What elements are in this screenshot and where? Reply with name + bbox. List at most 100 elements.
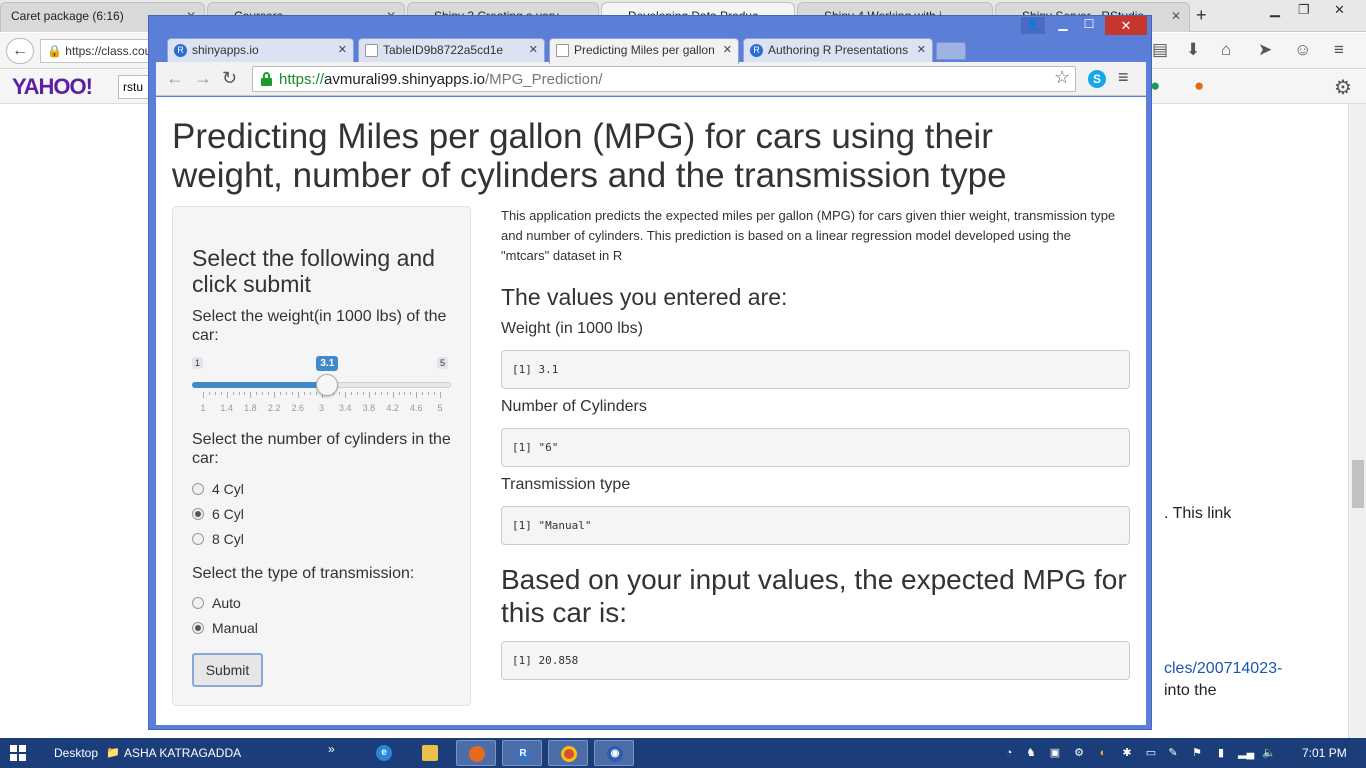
close-window-icon[interactable]: ✕: [1334, 2, 1345, 18]
address-bar[interactable]: https://avmurali99.shinyapps.io/MPG_Pred…: [252, 66, 1076, 92]
submit-button[interactable]: Submit: [192, 653, 263, 687]
firefox-app[interactable]: [456, 740, 496, 766]
tab-shinyapps[interactable]: R shinyapps.io ✕: [167, 38, 354, 62]
slider-tick: [220, 392, 222, 395]
slider-tick-label: 3.4: [338, 403, 352, 413]
radio-button[interactable]: [192, 508, 204, 520]
slider-tick: [315, 392, 317, 395]
close-icon[interactable]: ✕: [338, 43, 347, 56]
flag-icon[interactable]: ⚑: [1190, 746, 1204, 760]
close-window-button[interactable]: ✕: [1105, 16, 1147, 35]
radio-button[interactable]: [192, 533, 204, 545]
slider-tick: [256, 392, 258, 395]
tray-icon[interactable]: ▣: [1048, 746, 1062, 760]
slider-tick: [380, 392, 382, 395]
tab-authoring-r[interactable]: R Authoring R Presentations ✕: [743, 38, 933, 62]
tray-icon[interactable]: ⚙: [1072, 746, 1086, 760]
smiley-icon[interactable]: ☺: [1294, 40, 1311, 60]
download-icon[interactable]: ⬇: [1186, 40, 1200, 60]
close-icon[interactable]: ✕: [723, 43, 732, 56]
bg-page-text: into the: [1164, 682, 1217, 699]
bookmark-star-icon[interactable]: ☆: [1054, 67, 1070, 88]
tray-icon[interactable]: ◐: [1096, 746, 1110, 760]
radio-button[interactable]: [192, 483, 204, 495]
windows-start-icon[interactable]: [10, 745, 26, 761]
internet-explorer-app[interactable]: e: [364, 740, 404, 766]
display-icon[interactable]: ▭: [1144, 746, 1158, 760]
bg-page-link[interactable]: cles/200714023-: [1164, 660, 1282, 678]
tray-icon[interactable]: ◔: [1002, 746, 1016, 760]
new-tab-button[interactable]: +: [1196, 5, 1207, 26]
send-icon[interactable]: ➤: [1258, 40, 1272, 60]
toolbar: ← → ↻ https://avmurali99.shinyapps.io/MP…: [156, 62, 1146, 96]
slider-tick-label: 3: [318, 403, 325, 413]
desktop-toolbar[interactable]: Desktop: [54, 746, 98, 760]
maximize-icon[interactable]: ☐: [1077, 17, 1101, 34]
close-icon[interactable]: ✕: [529, 43, 538, 56]
page-title: Predicting Miles per gallon (MPG) for ca…: [172, 117, 1007, 195]
sidebar-heading: Select the following and click submit: [192, 245, 435, 297]
r-icon: R: [515, 746, 531, 762]
user-icon[interactable]: 👤: [1021, 17, 1045, 34]
menu-icon[interactable]: ≡: [1118, 67, 1129, 88]
menu-icon[interactable]: ≡: [1334, 40, 1344, 60]
volume-icon[interactable]: 🔈: [1262, 746, 1276, 760]
media-app[interactable]: ◉: [594, 740, 634, 766]
cylinders-output: [1] "6": [501, 428, 1130, 467]
user-toolbar[interactable]: ASHA KATRAGADDA: [124, 746, 241, 760]
tab-label: Authoring R Presentations: [768, 43, 908, 57]
slider-tick: [362, 392, 364, 395]
document-icon: [365, 44, 378, 57]
file-explorer-app[interactable]: [410, 740, 450, 766]
cylinders-output-label: Number of Cylinders: [501, 398, 647, 415]
slider-tick-label: 5: [437, 403, 443, 413]
chrome-app[interactable]: [548, 740, 588, 766]
tab-table[interactable]: TableID9b8722a5cd1e ✕: [358, 38, 545, 62]
close-icon[interactable]: ✕: [1171, 9, 1181, 23]
radio-button[interactable]: [192, 597, 204, 609]
folder-icon[interactable]: 📁: [106, 746, 120, 759]
weight-slider[interactable]: 1 5 3.1 1 1.4 1.8 2.2 2.6 3 3.4 3.8 4.2 4.6 5: [192, 355, 452, 419]
reading-list-icon[interactable]: ▤: [1152, 40, 1168, 60]
transmission-output-label: Transmission type: [501, 476, 631, 493]
slider-handle[interactable]: [316, 374, 339, 396]
back-arrow-icon[interactable]: ←: [166, 68, 184, 89]
yahoo-logo[interactable]: YAHOO!: [12, 74, 93, 100]
slider-tick: [398, 392, 400, 395]
slider-tick: [374, 392, 376, 395]
slider-tick-label: 4.2: [386, 403, 399, 413]
toolbar-chevron[interactable]: »: [328, 742, 335, 756]
reload-icon[interactable]: ↻: [222, 68, 237, 89]
slider-tick: [309, 392, 311, 395]
bluetooth-icon[interactable]: ✱: [1120, 746, 1134, 760]
close-icon[interactable]: ✕: [917, 43, 926, 56]
taskbar: Desktop 📁 ASHA KATRAGADDA » e R ◉ ◔ ♞ ▣ …: [0, 738, 1366, 768]
tab-label: Predicting Miles per gallon: [574, 43, 714, 57]
new-tab-button[interactable]: [936, 42, 966, 60]
slider-tick: [392, 392, 394, 398]
minimize-icon[interactable]: ▁: [1051, 17, 1075, 34]
minimize-icon[interactable]: ▁: [1270, 2, 1280, 18]
back-button[interactable]: ←: [6, 38, 34, 64]
signal-icon[interactable]: ▂▄: [1238, 746, 1254, 760]
clock[interactable]: 7:01 PM: [1302, 746, 1347, 760]
folder-icon: [422, 745, 438, 761]
addon-icon[interactable]: ●: [1194, 76, 1204, 96]
title-bar: 👤 ▁ ☐ ✕: [149, 16, 1151, 36]
skype-icon[interactable]: S: [1088, 70, 1106, 88]
radio-button[interactable]: [192, 622, 204, 634]
scroll-thumb[interactable]: [1352, 460, 1364, 508]
tray-icon[interactable]: ♞: [1024, 746, 1038, 760]
gear-icon[interactable]: ⚙: [1334, 75, 1352, 100]
slider-tick: [351, 392, 353, 395]
home-icon[interactable]: ⌂: [1221, 40, 1231, 60]
rstudio-app[interactable]: R: [502, 740, 542, 766]
forward-arrow-icon[interactable]: →: [194, 68, 212, 89]
battery-icon[interactable]: ▮: [1214, 746, 1228, 760]
tray-icon[interactable]: ✎: [1166, 746, 1180, 760]
slider-max-label: 5: [437, 357, 449, 369]
restore-icon[interactable]: ❐: [1298, 2, 1310, 18]
bg-scrollbar[interactable]: [1348, 104, 1366, 738]
tab-predicting-mpg[interactable]: Predicting Miles per gallon ✕: [549, 38, 739, 64]
slider-tick: [434, 392, 436, 395]
